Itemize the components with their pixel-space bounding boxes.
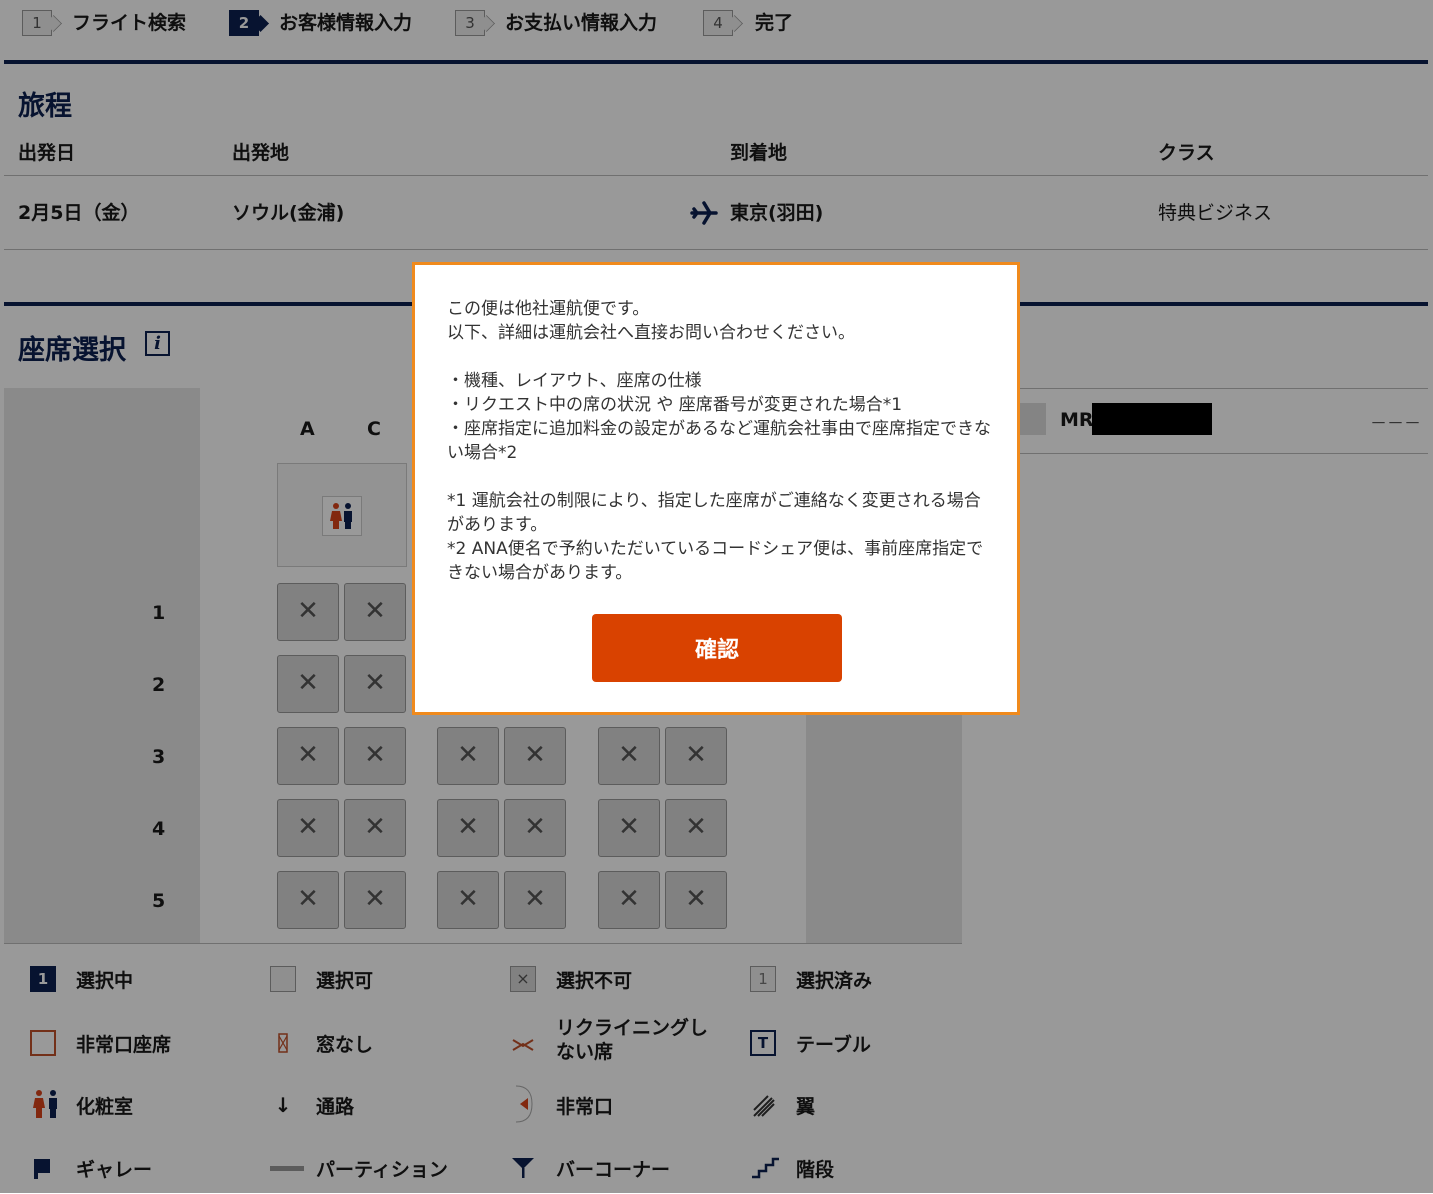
dialog-line-1: この便は他社運航便です。 bbox=[447, 299, 650, 319]
confirm-button[interactable]: 確認 bbox=[592, 614, 842, 682]
dialog-line-2: 以下、詳細は運航会社へ直接お問い合わせください。 bbox=[447, 323, 855, 343]
dialog-bullet-3: ・座席指定に追加料金の設定があるなど運航会社事由で座席指定できない場合*2 bbox=[447, 419, 991, 463]
dialog-spacer bbox=[447, 345, 992, 369]
operated-by-other-carrier-dialog: この便は他社運航便です。 以下、詳細は運航会社へ直接お問い合わせください。 ・機… bbox=[412, 262, 1020, 715]
dialog-bullet-2: ・リクエスト中の席の状況 や 座席番号が変更された場合*1 bbox=[447, 395, 903, 415]
dialog-bullet-1: ・機種、レイアウト、座席の仕様 bbox=[447, 371, 702, 391]
dialog-message: この便は他社運航便です。 以下、詳細は運航会社へ直接お問い合わせください。 ・機… bbox=[447, 297, 992, 585]
dialog-spacer bbox=[447, 465, 992, 489]
dialog-note-2: *2 ANA便名で予約いただいているコードシェア便は、事前座席指定できない場合が… bbox=[447, 539, 984, 583]
dialog-note-1: *1 運航会社の制限により、指定した座席がご連絡なく変更される場合があります。 bbox=[447, 491, 981, 535]
